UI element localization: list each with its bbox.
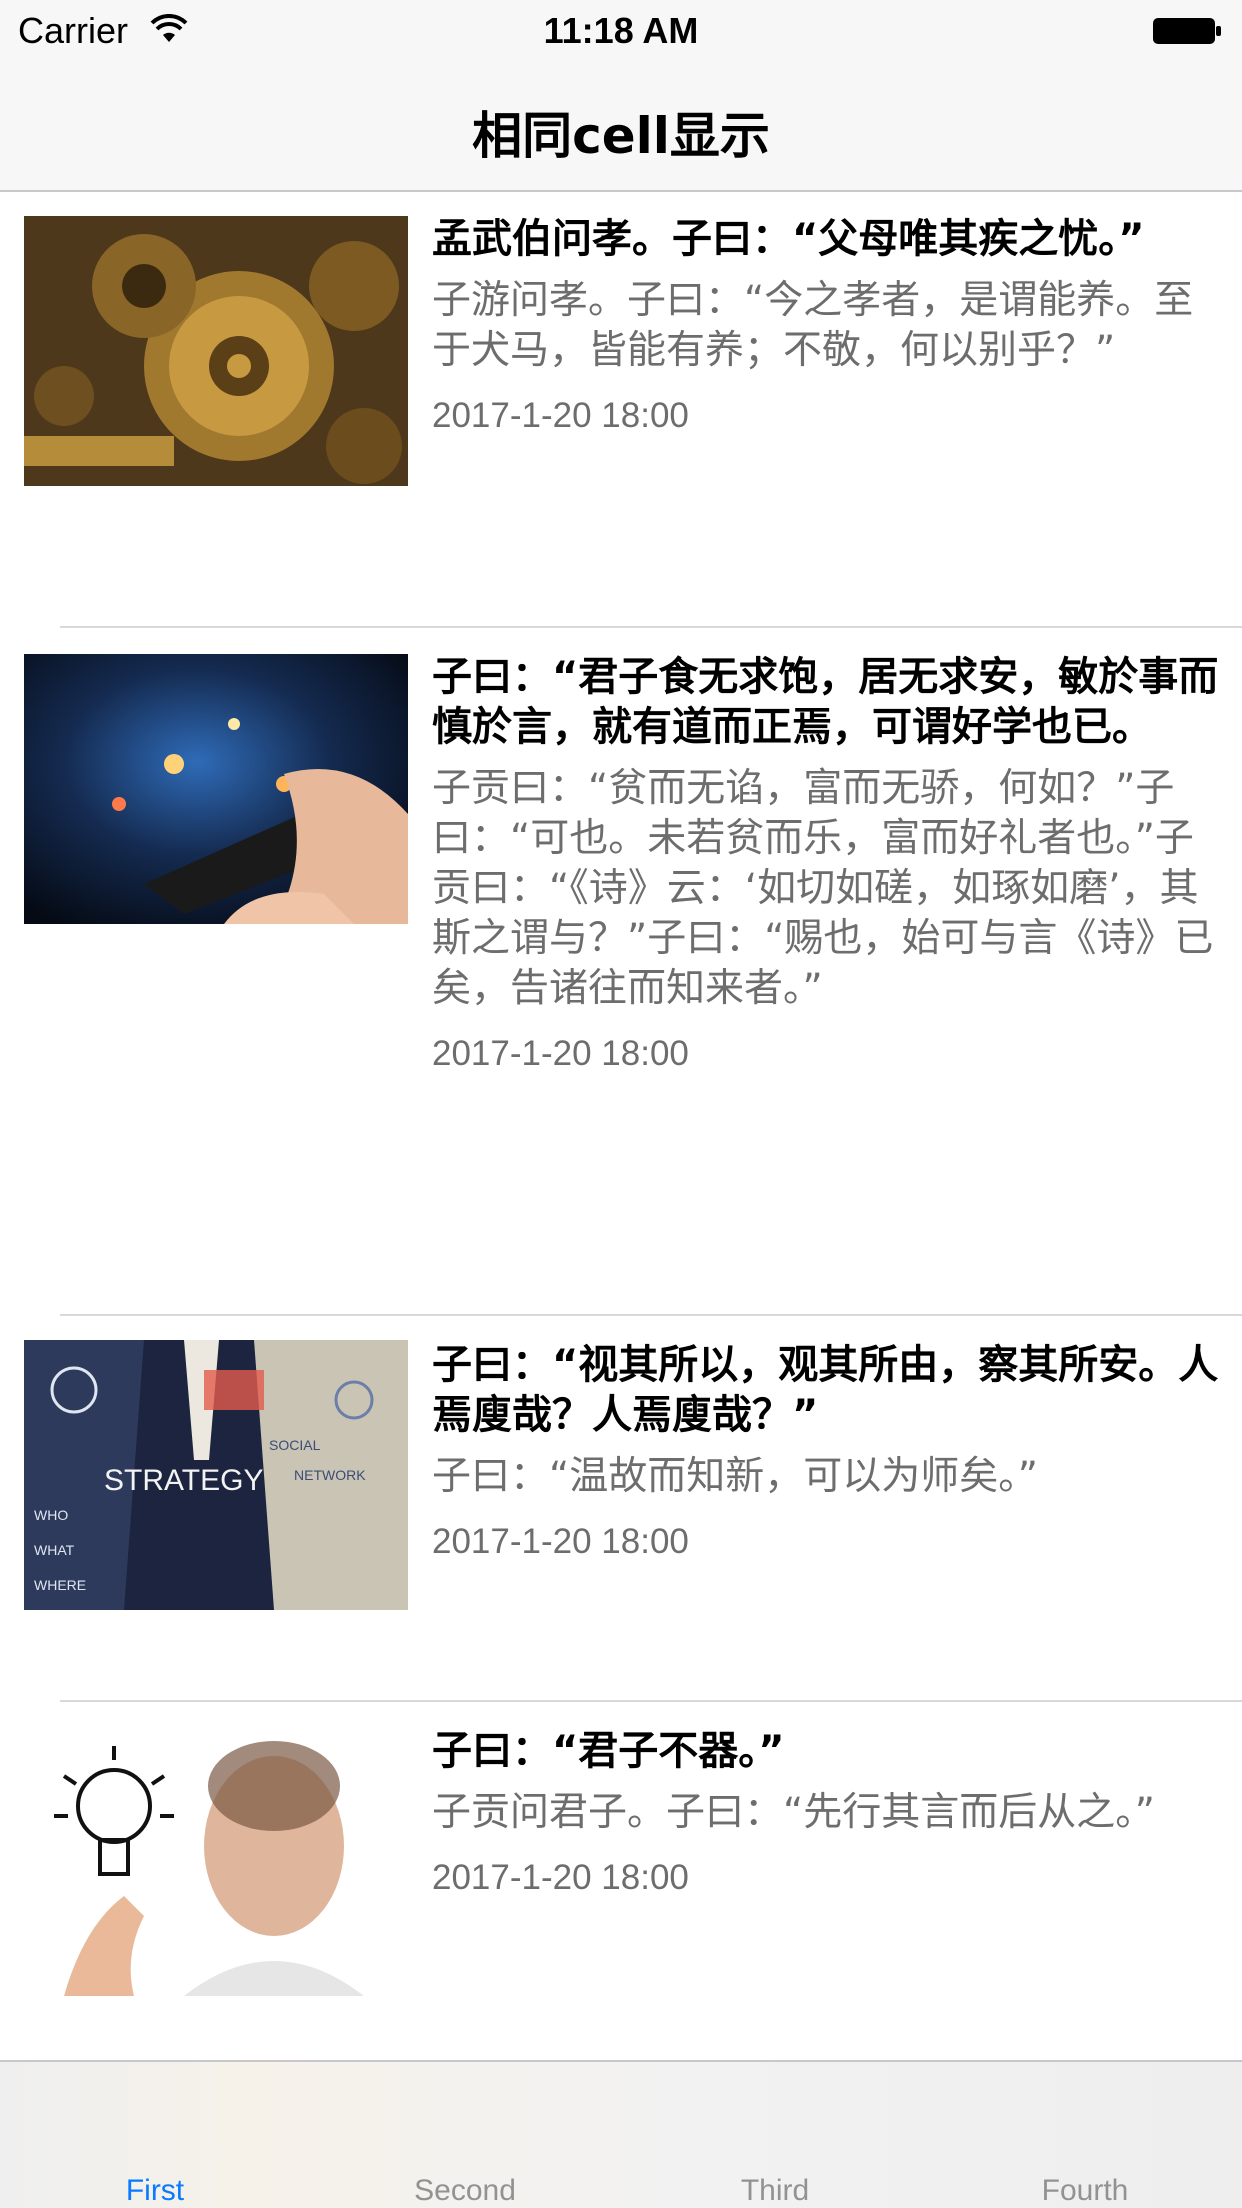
cell-date: 2017-1-20 18:00 [432,1522,689,1561]
tab-bar: First Second Third Fourth [0,2060,1242,2208]
tab-third[interactable]: Third [620,2062,930,2208]
page-title: 相同cell显示 [472,107,770,165]
cell-date: 2017-1-20 18:00 [432,396,689,435]
status-bar: Carrier 11:18 AM [0,0,1242,60]
cell-body: 子贡曰：“贫而无谄，富而无骄，何如？”子曰：“可也。未若贫而乐，富而好礼者也。”… [432,766,1214,1011]
cell-title: 子曰：“君子不器。” [432,1728,785,1774]
smartphone-hands-photo [24,654,408,924]
svg-text:WHO: WHO [34,1507,68,1523]
battery-icon [1153,18,1221,44]
table-row[interactable]: 子曰：“君子食无求饱，居无求安，敏於事而慎於言，就有道而正焉，可谓好学也已。 子… [0,628,1242,1316]
tab-second[interactable]: Second [310,2062,620,2208]
cell-title: 孟武伯问孝。子曰：“父母唯其疾之忧。” [432,216,1145,262]
lightbulb-man-photo [24,1726,408,1996]
navigation-header: Carrier 11:18 AM 相同cell显示 [0,0,1242,192]
tab-third-label: Third [740,2174,810,2207]
svg-text:NETWORK: NETWORK [294,1467,366,1483]
cell-date: 2017-1-20 18:00 [432,1858,689,1897]
cell-body: 子曰：“温故而知新，可以为师矣。” [432,1454,1038,1499]
tab-second-label: Second [414,2174,516,2207]
table-row[interactable]: 子曰：“君子不器。” 子贡问君子。子曰：“先行其言而后从之。” 2017-1-2… [0,1702,1242,2052]
svg-text:SOCIAL: SOCIAL [269,1437,321,1453]
cell-title: 子曰：“君子食无求饱，居无求安，敏於事而慎於言，就有道而正焉，可谓好学也已。 [432,654,1219,750]
strategy-businessman-photo: STRATEGY WHO WHAT WHERE SOCIAL NETWORK [24,1340,408,1610]
gears-photo [24,216,408,486]
cell-date: 2017-1-20 18:00 [432,1034,689,1073]
tab-first-label: First [125,2174,185,2207]
svg-text:WHAT: WHAT [34,1542,75,1558]
table-row[interactable]: STRATEGY WHO WHAT WHERE SOCIAL NETWORK 子… [0,1316,1242,1702]
svg-text:STRATEGY: STRATEGY [104,1464,263,1497]
tab-fourth-label: Fourth [1041,2174,1129,2207]
cell-title: 子曰：“视其所以，观其所由，察其所安。人焉廋哉？人焉廋哉？” [432,1342,1219,1438]
tab-fourth[interactable]: Fourth [930,2062,1240,2208]
status-time: 11:18 AM [543,10,699,51]
tab-first[interactable]: First [0,2062,310,2208]
svg-text:WHERE: WHERE [34,1577,86,1593]
table-row[interactable]: 孟武伯问孝。子曰：“父母唯其疾之忧。” 子游问孝。子曰：“今之孝者，是谓能养。至… [0,194,1242,628]
cell-body: 子贡问君子。子曰：“先行其言而后从之。” [432,1790,1155,1835]
cell-body: 子游问孝。子曰：“今之孝者，是谓能养。至于犬马，皆能有养；不敬，何以别乎？” [432,278,1194,373]
